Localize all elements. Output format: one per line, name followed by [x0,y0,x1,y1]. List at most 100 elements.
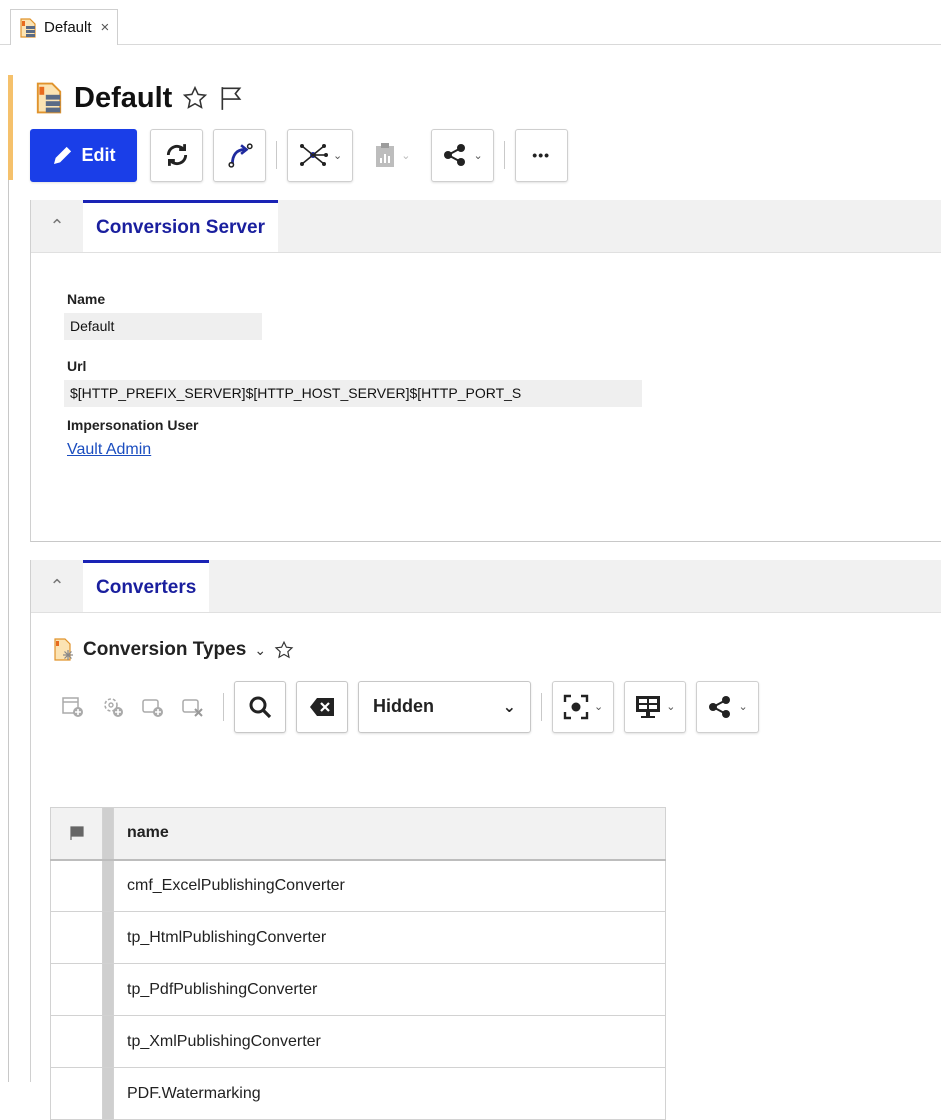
table-row[interactable]: tp_PdfPublishingConverter [50,963,666,1016]
more-actions-button[interactable]: ••• [514,128,568,182]
conversion-type-icon [53,638,75,662]
focus-menu-button[interactable]: ⌄ [552,680,615,733]
conversion-server-icon [19,17,37,38]
row-handle [102,1067,114,1120]
frame-line [8,180,9,1082]
url-value: $[HTTP_PREFIX_SERVER]$[HTTP_HOST_SERVER]… [64,380,642,407]
lifecycle-button[interactable] [213,128,266,182]
name-cell[interactable]: cmf_ExcelPublishingConverter [113,859,666,912]
add-gear-icon [101,695,125,719]
collapse-icon[interactable]: ⌃ [31,200,83,252]
share-icon [707,694,733,720]
row-handle [102,859,114,912]
panel-header: ⌃ Conversion Server [31,200,941,253]
toolbar-separator [503,141,505,169]
clear-search-button[interactable] [296,680,348,733]
collapse-icon[interactable]: ⌃ [31,560,83,612]
table-row[interactable]: PDF.Watermarking [50,1067,666,1120]
new-item-button[interactable] [53,681,93,733]
refresh-icon [164,142,190,168]
toolbar-separator [223,692,224,721]
name-cell[interactable]: tp_PdfPublishingConverter [113,963,666,1016]
chevron-down-icon: ⌄ [666,701,676,713]
tab-default[interactable]: Default × [10,9,119,45]
flag-cell[interactable] [50,911,103,964]
page-title: Default [74,81,173,114]
tab-strip: Default × [0,0,941,45]
chevron-down-icon: ⌄ [473,149,483,162]
converters-panel: ⌃ Converters Conversion Types ⌄ Hidden ⌄… [30,560,941,1120]
table-row[interactable]: tp_XmlPublishingConverter [50,1015,666,1068]
conversion-types-table: name cmf_ExcelPublishingConverter tp_Htm… [50,807,666,1120]
row-handle-column [102,807,114,861]
share-menu-button[interactable]: ⌄ [696,680,759,733]
close-icon[interactable]: × [101,19,110,36]
add-existing-button[interactable] [133,681,173,733]
backspace-icon [309,697,335,717]
chevron-down-icon: ⌄ [738,701,748,713]
remove-item-button[interactable] [173,681,213,733]
table-header-row: name [50,807,666,861]
name-value: Default [64,313,262,340]
panel-body: Name Default Url $[HTTP_PREFIX_SERVER]$[… [31,253,941,541]
toolbar-separator [541,692,542,721]
name-cell[interactable]: tp_HtmlPublishingConverter [113,911,666,964]
impersonation-user-link[interactable]: Vault Admin [67,441,151,459]
impersonation-user-label: Impersonation User [67,417,199,433]
flag-cell[interactable] [50,963,103,1016]
chevron-down-icon[interactable]: ⌄ [254,642,266,659]
row-handle [102,911,114,964]
toolbar-separator [276,141,277,169]
list-title: Conversion Types ⌄ [53,635,294,665]
row-handle [102,963,114,1016]
flag-cell[interactable] [50,1067,103,1120]
network-icon [298,142,328,168]
list-title-text: Conversion Types [83,639,247,660]
flag-icon[interactable] [218,85,244,111]
name-cell[interactable]: tp_XmlPublishingConverter [113,1015,666,1068]
flag-column-header[interactable] [50,807,103,861]
search-icon [248,695,272,719]
refresh-button[interactable] [150,128,203,182]
name-label: Name [67,291,106,307]
edit-button[interactable]: Edit [30,128,137,182]
conversion-server-icon [34,82,64,114]
display-menu-button[interactable]: ⌄ [624,680,687,733]
chevron-down-icon: ⌄ [333,149,343,162]
relationships-menu-button[interactable]: ⌄ [287,128,354,182]
tab-converters[interactable]: Converters [83,560,210,612]
share-icon [442,142,468,168]
clipboard-report-icon [374,142,396,168]
filter-select[interactable]: Hidden ⌄ [358,680,531,733]
tab-conversion-server[interactable]: Conversion Server [83,200,278,252]
more-icon: ••• [532,147,551,163]
tab-label: Default [44,19,92,36]
star-icon[interactable] [274,640,294,660]
search-button[interactable] [234,680,286,733]
object-header: Default [34,78,244,118]
reports-menu-button[interactable]: ⌄ [363,128,422,182]
table-row[interactable]: tp_HtmlPublishingConverter [50,911,666,964]
add-document-icon [62,696,84,718]
flag-icon [69,826,84,841]
share-menu-button[interactable]: ⌄ [431,128,494,182]
star-icon[interactable] [182,85,208,111]
chevron-down-icon: ⌄ [401,149,411,162]
chevron-down-icon: ⌄ [502,698,516,716]
name-column-header[interactable]: name [113,807,666,861]
new-from-template-button[interactable] [93,681,133,733]
monitor-icon [635,695,661,719]
chevron-down-icon: ⌄ [594,701,604,713]
lifecycle-icon [227,142,253,168]
panel-body: Conversion Types ⌄ Hidden ⌄ ⌄ ⌄ ⌄ name c… [31,613,941,1120]
row-handle [102,1015,114,1068]
name-cell[interactable]: PDF.Watermarking [113,1067,666,1120]
focus-target-icon [563,694,589,720]
edit-label: Edit [81,144,116,165]
remove-item-icon [182,696,204,718]
conversion-server-panel: ⌃ Conversion Server Name Default Url $[H… [30,200,941,542]
flag-cell[interactable] [50,859,103,912]
table-row[interactable]: cmf_ExcelPublishingConverter [50,859,666,912]
flag-cell[interactable] [50,1015,103,1068]
object-toolbar: Edit ⌄ ⌄ ⌄ ••• [30,128,568,182]
